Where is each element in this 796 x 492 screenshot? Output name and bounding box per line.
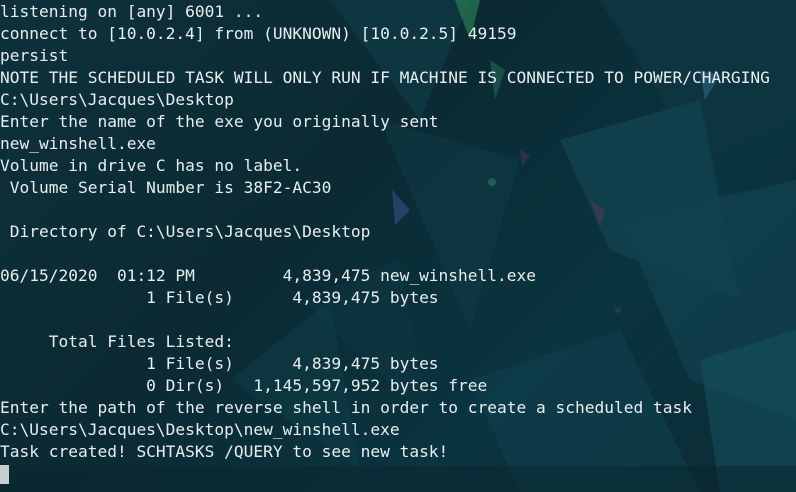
output-line: Volume Serial Number is 38F2-AC30 <box>0 178 332 197</box>
output-line: persist <box>0 46 69 65</box>
output-line: 06/15/2020 01:12 PM 4,839,475 new_winshe… <box>0 266 537 285</box>
input-line[interactable] <box>0 463 796 485</box>
output-line: Task created! SCHTASKS /QUERY to see new… <box>0 442 449 461</box>
output-line: Enter the name of the exe you originally… <box>0 112 439 131</box>
output-line: C:\Users\Jacques\Desktop <box>0 90 234 109</box>
output-line: connect to [10.0.2.4] from (UNKNOWN) [10… <box>0 24 517 43</box>
terminal-window[interactable]: listening on [any] 6001 ... connect to [… <box>0 0 796 492</box>
output-line: 1 File(s) 4,839,475 bytes <box>0 354 439 373</box>
output-line: listening on [any] 6001 ... <box>0 2 264 21</box>
output-line: C:\Users\Jacques\Desktop\new_winshell.ex… <box>0 420 400 439</box>
output-line: Total Files Listed: <box>0 332 234 351</box>
output-line: new_winshell.exe <box>0 134 156 153</box>
output-line: Enter the path of the reverse shell in o… <box>0 398 692 417</box>
output-line: Volume in drive C has no label. <box>0 156 303 175</box>
output-line: 0 Dir(s) 1,145,597,952 bytes free <box>0 376 488 395</box>
terminal-output: listening on [any] 6001 ... connect to [… <box>0 1 796 485</box>
output-line: NOTE THE SCHEDULED TASK WILL ONLY RUN IF… <box>0 68 770 87</box>
output-line: 1 File(s) 4,839,475 bytes <box>0 288 439 307</box>
text-cursor <box>0 465 9 484</box>
output-line: Directory of C:\Users\Jacques\Desktop <box>0 222 371 241</box>
